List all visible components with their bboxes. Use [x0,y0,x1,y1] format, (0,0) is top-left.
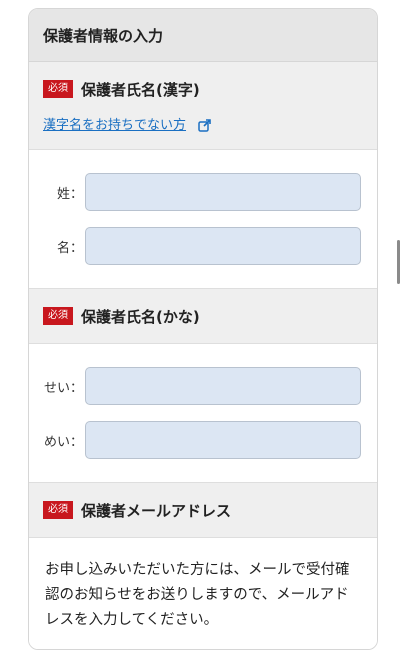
kanji-name-title-row: 必須 保護者氏名(漢字) [43,78,363,100]
kanji-name-fields: 姓： 名： [29,150,377,289]
kana-last-name-row: せい： [29,360,361,412]
kanji-first-name-input[interactable] [85,227,361,265]
no-kanji-link-row: 漢字名をお持ちでない方 [43,100,363,149]
form-header: 保護者情報の入力 [29,9,377,62]
last-name-label: 姓： [56,186,83,202]
required-badge: 必須 [43,80,73,98]
last-name-kana-label: せい： [43,380,83,396]
kana-last-name-input[interactable] [85,367,361,405]
kana-first-name-input[interactable] [85,421,361,459]
first-name-kana-label: めい： [43,434,83,450]
external-link-icon[interactable] [198,117,212,132]
kana-first-name-row: めい： [29,414,361,466]
kanji-last-name-row: 姓： [29,166,361,218]
required-badge: 必須 [43,501,73,519]
required-badge: 必須 [43,307,73,325]
page-scrollbar[interactable] [397,240,400,284]
first-name-label: 名： [56,240,83,256]
email-title: 保護者メールアドレス [81,501,232,520]
kana-name-title: 保護者氏名(かな) [81,307,200,326]
kanji-name-title: 保護者氏名(漢字) [81,80,200,99]
email-title-row: 必須 保護者メールアドレス [43,499,363,521]
kana-name-section-header: 必須 保護者氏名(かな) [29,289,377,344]
guardian-info-form: 保護者情報の入力 必須 保護者氏名(漢字) 漢字名をお持ちでない方 姓： 名： [28,8,378,650]
kanji-first-name-row: 名： [29,220,361,272]
kana-name-fields: せい： めい： [29,344,377,483]
kanji-name-section-header: 必須 保護者氏名(漢字) 漢字名をお持ちでない方 [29,62,377,150]
kanji-last-name-input[interactable] [85,173,361,211]
email-description: お申し込みいただいた方には、メールで受付確認のお知らせをお送りしますので、メール… [29,538,377,649]
no-kanji-name-link[interactable]: 漢字名をお持ちでない方 [43,114,186,133]
email-section-header: 必須 保護者メールアドレス [29,483,377,538]
kana-name-title-row: 必須 保護者氏名(かな) [43,305,363,327]
